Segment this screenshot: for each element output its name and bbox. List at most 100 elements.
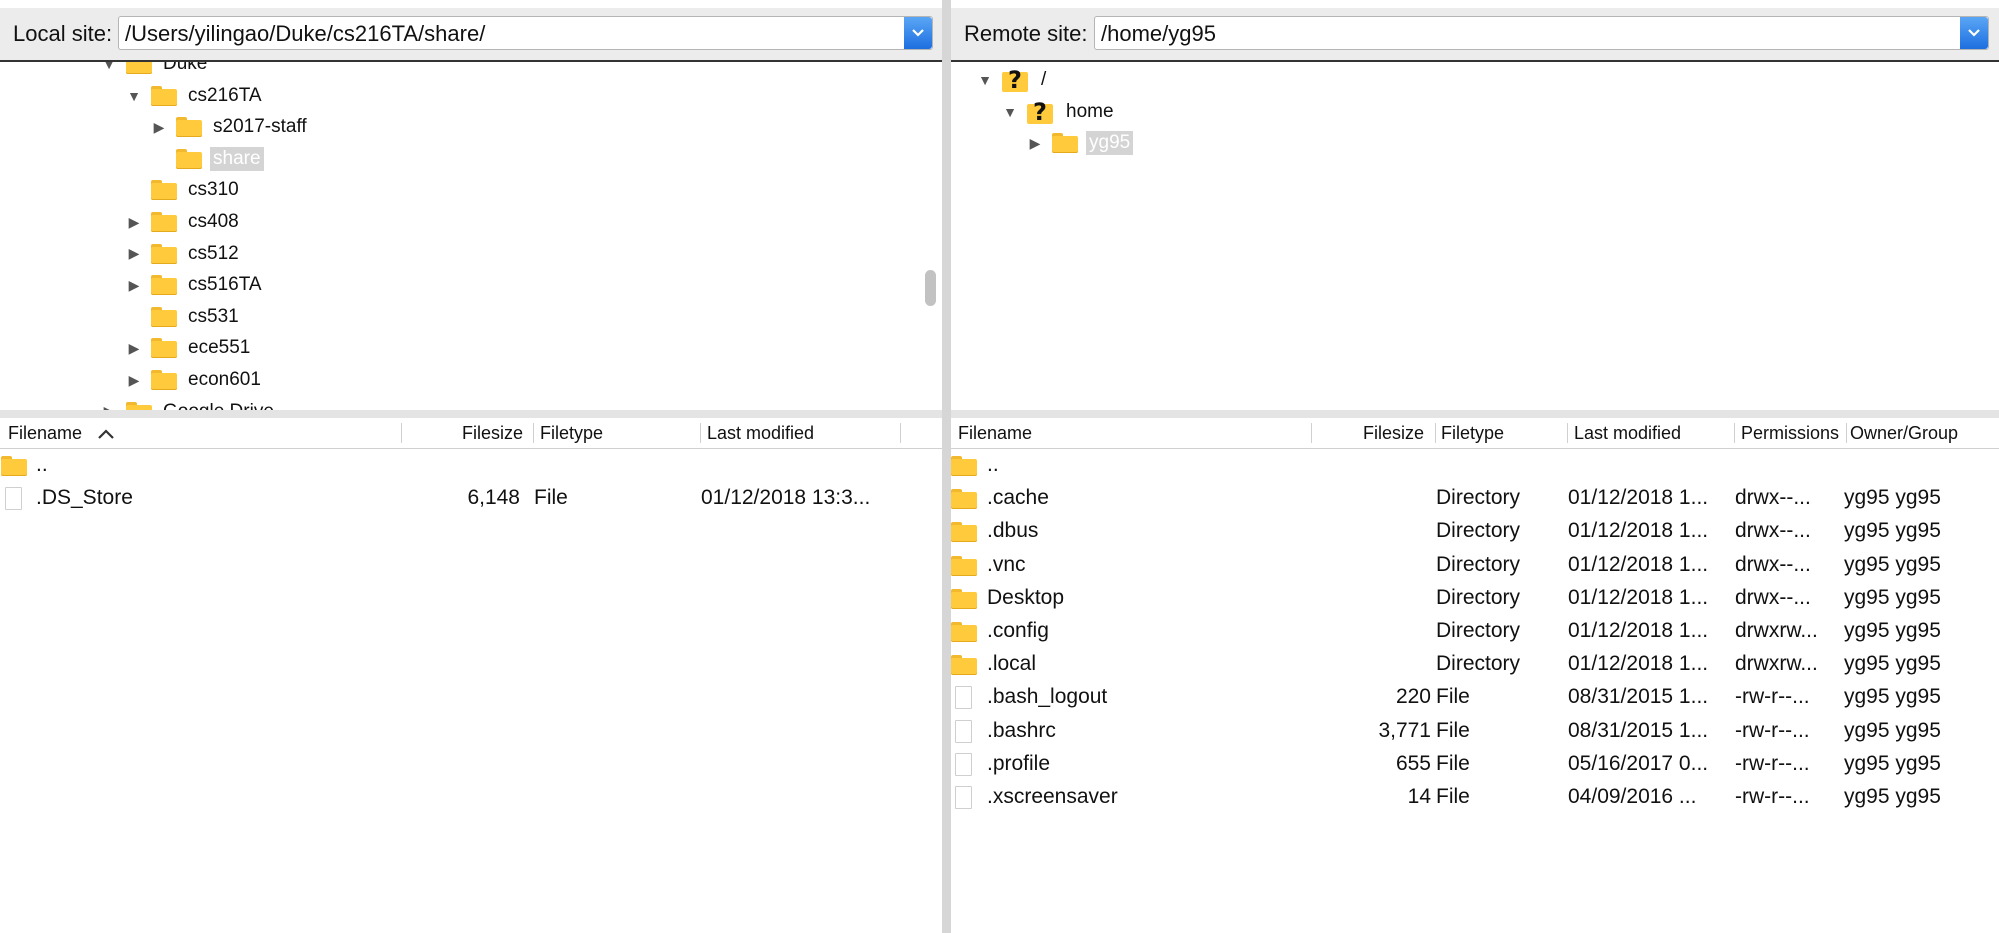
disclosure-expanded-icon[interactable]: ▼ — [125, 88, 143, 104]
remote-file-list[interactable]: Filename Filesize Filetype Last modified… — [951, 418, 1999, 933]
local-splitter[interactable] — [0, 410, 942, 418]
remote-col-filetype[interactable]: Filetype — [1441, 423, 1504, 444]
remote-path-combobox[interactable]: /home/yg95 — [1094, 16, 1989, 50]
disclosure-collapsed-icon[interactable]: ▶ — [150, 119, 168, 136]
remote-cell-name: Desktop — [987, 585, 1065, 609]
remote-path-dropdown-button[interactable] — [1960, 17, 1988, 49]
remote-file-row[interactable]: .xscreensaver 14 File 04/09/2016 ... -rw-r--… — [951, 781, 1999, 814]
folder-icon — [151, 306, 177, 327]
disclosure-collapsed-icon[interactable]: ▶ — [125, 245, 143, 262]
chevron-down-icon — [912, 29, 924, 37]
remote-tree-label: / — [1041, 69, 1047, 90]
local-col-filetype[interactable]: Filetype — [540, 423, 603, 444]
local-file-row[interactable]: .DS_Store 6,148 File 01/12/2018 13:3... — [0, 482, 942, 515]
remote-cell-type: Directory — [1436, 486, 1521, 510]
sort-ascending-icon[interactable] — [97, 428, 115, 440]
folder-icon — [126, 401, 152, 410]
local-tree-item[interactable]: cs531 — [125, 302, 242, 332]
remote-site-bar: Remote site: /home/yg95 — [951, 8, 1999, 62]
disclosure-collapsed-icon[interactable]: ▶ — [125, 340, 143, 357]
local-tree-item[interactable]: ▼ Duke — [100, 62, 210, 79]
remote-cell-permissions: drwx--... — [1735, 552, 1811, 576]
remote-file-row[interactable]: .dbus Directory 01/12/2018 1... drwx--... yg… — [951, 515, 1999, 548]
remote-cell-name: .dbus — [987, 519, 1039, 543]
remote-tree-item[interactable]: ▼? / — [976, 65, 1049, 95]
local-file-row[interactable]: .. — [0, 449, 942, 482]
remote-file-row[interactable]: .profile 655 File 05/16/2017 0... -rw-r--...… — [951, 748, 1999, 781]
remote-col-separator[interactable] — [1567, 423, 1568, 443]
local-col-last-modified[interactable]: Last modified — [707, 423, 814, 444]
local-path-text[interactable]: /Users/yilingao/Duke/cs216TA/share/ — [125, 21, 485, 47]
local-tree-item[interactable]: ▶ cs512 — [125, 239, 242, 269]
local-col-separator[interactable] — [533, 423, 534, 443]
local-path-dropdown-button[interactable] — [904, 17, 932, 49]
local-col-filename[interactable]: Filename — [8, 423, 82, 444]
remote-cell-type: File — [1436, 718, 1470, 742]
remote-path-text[interactable]: /home/yg95 — [1101, 21, 1216, 47]
remote-file-row[interactable]: .cache Directory 01/12/2018 1... drwx--... y… — [951, 482, 1999, 515]
local-path-combobox[interactable]: /Users/yilingao/Duke/cs216TA/share/ — [118, 16, 933, 50]
disclosure-expanded-icon[interactable]: ▼ — [1001, 104, 1019, 120]
remote-cell-permissions: drwx--... — [1735, 486, 1811, 510]
local-col-filesize[interactable]: Filesize — [462, 423, 523, 444]
remote-col-filesize[interactable]: Filesize — [1363, 423, 1424, 444]
disclosure-expanded-icon[interactable]: ▼ — [100, 62, 118, 72]
remote-file-row[interactable]: .bash_logout 220 File 08/31/2015 1... -rw-r-… — [951, 681, 1999, 714]
remote-file-row[interactable]: .. — [951, 449, 1999, 482]
remote-cell-modified: 01/12/2018 1... — [1568, 519, 1709, 543]
remote-file-row[interactable]: .config Directory 01/12/2018 1... drwxrw...… — [951, 615, 1999, 648]
remote-tree-item[interactable]: ▼? home — [1001, 97, 1117, 127]
local-tree-scrollbar[interactable] — [925, 270, 936, 306]
local-tree-item[interactable]: cs310 — [125, 175, 242, 205]
remote-col-separator[interactable] — [1734, 423, 1735, 443]
local-tree-item[interactable]: ▶ cs516TA — [125, 270, 265, 300]
local-directory-tree[interactable]: ▼ Duke ▼ cs216TA ▶ s2017-staff share cs310 ▶ cs40… — [0, 62, 942, 410]
local-list-header: Filename Filesize Filetype Last modified — [0, 418, 942, 449]
remote-cell-permissions: -rw-r--... — [1735, 785, 1810, 808]
local-site-pane: Local site: /Users/yilingao/Duke/cs216TA… — [0, 0, 942, 933]
disclosure-collapsed-icon[interactable]: ▶ — [125, 277, 143, 294]
folder-icon — [951, 622, 977, 642]
disclosure-collapsed-icon[interactable]: ▶ — [125, 372, 143, 389]
disclosure-collapsed-icon[interactable]: ▶ — [100, 403, 118, 410]
remote-file-row[interactable]: .vnc Directory 01/12/2018 1... drwx--... yg9… — [951, 549, 1999, 582]
local-file-list[interactable]: Filename Filesize Filetype Last modified… — [0, 418, 942, 933]
local-tree-item[interactable]: ▶ Google Drive — [100, 397, 277, 410]
remote-directory-tree[interactable]: ▼? / ▼? home ▶ yg95 — [951, 62, 1999, 410]
remote-tree-item[interactable]: ▶ yg95 — [1026, 128, 1134, 158]
local-col-separator[interactable] — [700, 423, 701, 443]
local-tree-item[interactable]: ▶ cs408 — [125, 207, 242, 237]
local-tree-item[interactable]: ▶ ece551 — [125, 333, 253, 363]
remote-col-owner-group[interactable]: Owner/Group — [1850, 423, 1958, 444]
remote-file-row[interactable]: Desktop Directory 01/12/2018 1... drwx--...… — [951, 582, 1999, 615]
remote-col-filename[interactable]: Filename — [958, 423, 1032, 444]
local-col-separator[interactable] — [401, 423, 402, 443]
remote-col-separator[interactable] — [1846, 423, 1847, 443]
remote-cell-type: Directory — [1436, 519, 1521, 543]
remote-col-separator[interactable] — [1435, 423, 1436, 443]
file-icon — [955, 686, 972, 710]
remote-splitter[interactable] — [951, 410, 1999, 418]
local-site-label: Local site: — [13, 21, 113, 46]
disclosure-expanded-icon[interactable]: ▼ — [976, 72, 994, 88]
disclosure-collapsed-icon[interactable]: ▶ — [1026, 135, 1044, 152]
remote-col-separator[interactable] — [1311, 423, 1312, 443]
remote-file-row[interactable]: .local Directory 01/12/2018 1... drwxrw... y… — [951, 648, 1999, 681]
local-tree-item[interactable]: ▶ econ601 — [125, 365, 264, 395]
local-tree-item[interactable]: share — [150, 144, 264, 174]
local-tree-item[interactable]: ▼ cs216TA — [125, 81, 265, 111]
remote-cell-permissions: drwxrw... — [1735, 619, 1818, 642]
remote-tree-label: home — [1066, 100, 1114, 122]
disclosure-collapsed-icon[interactable]: ▶ — [125, 214, 143, 231]
file-icon — [955, 786, 972, 809]
remote-cell-modified: 01/12/2018 1... — [1568, 552, 1709, 576]
local-tree-item[interactable]: ▶ s2017-staff — [150, 112, 310, 142]
local-cell-size: 6,148 — [467, 486, 520, 510]
remote-file-row[interactable]: .bashrc 3,771 File 08/31/2015 1... -rw-r--..… — [951, 715, 1999, 748]
remote-cell-type: File — [1436, 685, 1470, 709]
remote-col-permissions[interactable]: Permissions — [1741, 423, 1844, 444]
local-col-separator[interactable] — [900, 423, 901, 443]
remote-col-last-modified[interactable]: Last modified — [1574, 423, 1681, 444]
folder-icon — [151, 85, 177, 106]
remote-cell-name: .cache — [987, 486, 1049, 510]
